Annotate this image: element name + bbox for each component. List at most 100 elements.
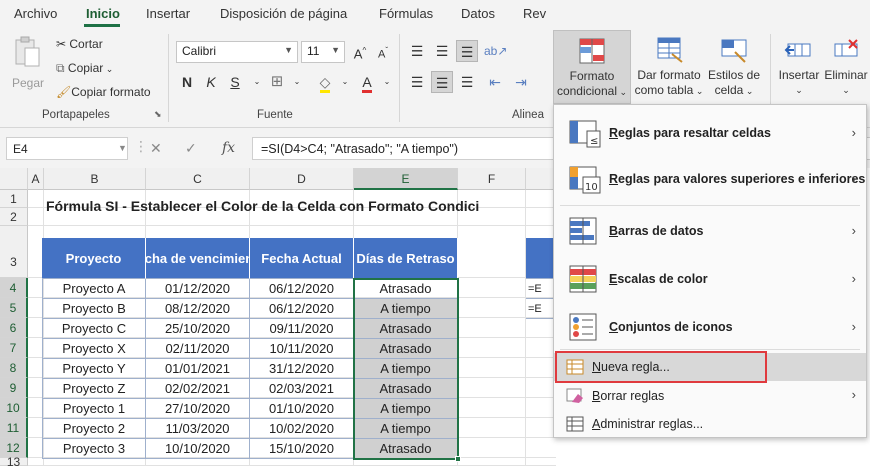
column-header-a[interactable]: A — [28, 168, 44, 190]
cell-fecha-actual[interactable]: 31/12/2020 — [250, 359, 354, 379]
cell-proyecto[interactable]: Proyecto C — [42, 319, 146, 339]
chevron-down-icon[interactable]: ⌄ — [376, 71, 398, 93]
column-header-g[interactable] — [526, 168, 556, 190]
column-header-d[interactable]: D — [250, 168, 354, 190]
cell-proyecto[interactable]: Proyecto Y — [42, 359, 146, 379]
header-dias-retraso[interactable]: Días de Retraso — [354, 238, 458, 279]
partial-cell-g4[interactable]: =E — [526, 279, 556, 299]
align-bottom-icon[interactable]: ☰ — [456, 40, 478, 62]
chevron-down-icon[interactable]: ▼ — [118, 143, 127, 153]
align-left-icon[interactable]: ☰ — [406, 71, 428, 93]
row-header-1[interactable]: 1 — [0, 190, 28, 208]
cut-button[interactable]: ✂ Cortar — [56, 37, 103, 51]
cell-fecha-actual[interactable]: 09/11/2020 — [250, 319, 354, 339]
tab-revisar[interactable]: Rev — [523, 6, 546, 21]
cell-fecha-actual[interactable]: 01/10/2020 — [250, 399, 354, 419]
header-proyecto[interactable]: Proyecto — [42, 238, 146, 279]
cell-fecha-actual[interactable]: 10/11/2020 — [250, 339, 354, 359]
column-header-c[interactable]: C — [146, 168, 250, 190]
cell-fecha-actual[interactable]: 06/12/2020 — [250, 299, 354, 319]
cell-proyecto[interactable]: Proyecto B — [42, 299, 146, 319]
select-all-corner[interactable] — [0, 168, 28, 190]
cell-fecha-vencimiento[interactable]: 27/10/2020 — [146, 399, 250, 419]
menu-icon-sets[interactable]: Conjuntos de iconos › — [554, 309, 866, 345]
header-fecha-vencimiento[interactable]: Fecha de vencimiento — [146, 238, 250, 279]
chevron-down-icon[interactable]: ⌄ — [246, 71, 268, 93]
row-header-9[interactable]: 9 — [0, 378, 28, 398]
cell-styles-button[interactable]: Estilos de celda ⌄ — [705, 30, 763, 104]
row-header-5[interactable]: 5 — [0, 298, 28, 318]
row-header-6[interactable]: 6 — [0, 318, 28, 338]
row-header-10[interactable]: 10 — [0, 398, 28, 418]
insert-function-icon[interactable]: fx — [222, 140, 235, 156]
tab-inicio[interactable]: Inicio — [86, 6, 120, 21]
fill-handle[interactable] — [455, 456, 461, 462]
increase-font-icon[interactable]: A^ — [349, 40, 371, 62]
cell-proyecto[interactable]: Proyecto 2 — [42, 419, 146, 439]
menu-top-bottom-rules[interactable]: 10 Reglas para valores superiores e infe… — [554, 163, 866, 199]
align-right-icon[interactable]: ☰ — [456, 71, 478, 93]
column-header-e[interactable]: E — [354, 168, 458, 190]
cell-fecha-vencimiento[interactable]: 25/10/2020 — [146, 319, 250, 339]
partial-header-cell[interactable] — [526, 238, 556, 279]
cell-proyecto[interactable]: Proyecto 1 — [42, 399, 146, 419]
menu-color-scales[interactable]: Escalas de color › — [554, 261, 866, 297]
format-painter-button[interactable]: 🖌Copiar formato — [56, 85, 151, 99]
menu-manage-rules[interactable]: Administrar reglas... — [554, 411, 866, 437]
cell-fecha-vencimiento[interactable]: 02/02/2021 — [146, 379, 250, 399]
font-color-icon[interactable]: A — [356, 71, 378, 93]
chevron-down-icon[interactable]: ⌄ — [286, 71, 308, 93]
tab-disposicion[interactable]: Disposición de página — [220, 6, 347, 21]
align-center-icon[interactable]: ☰ — [431, 71, 453, 93]
enter-icon[interactable]: ✓ — [185, 140, 197, 157]
row-header-2[interactable]: 2 — [0, 208, 28, 226]
conditional-format-button[interactable]: Formato condicional ⌄ — [553, 30, 631, 104]
menu-highlight-rules[interactable]: ≤ Reglas para resaltar celdas › — [554, 117, 866, 153]
cell-fecha-vencimiento[interactable]: 02/11/2020 — [146, 339, 250, 359]
cell-fecha-actual[interactable]: 06/12/2020 — [250, 279, 354, 299]
row-header-4[interactable]: 4 — [0, 278, 28, 298]
cancel-icon[interactable]: ✕ — [150, 140, 162, 157]
cell-fecha-actual[interactable]: 15/10/2020 — [250, 439, 354, 459]
cell-fecha-vencimiento[interactable]: 10/10/2020 — [146, 439, 250, 459]
cell-fecha-vencimiento[interactable]: 11/03/2020 — [146, 419, 250, 439]
header-fecha-actual[interactable]: Fecha Actual — [250, 238, 354, 279]
delete-button[interactable]: Eliminar ⌄ — [822, 30, 870, 104]
menu-data-bars[interactable]: Barras de datos › — [554, 213, 866, 249]
insert-button[interactable]: Insertar ⌄ — [776, 30, 822, 104]
row-header-13[interactable]: 13 — [0, 456, 28, 466]
outdent-icon[interactable]: ⇥ — [510, 71, 532, 93]
cell-fecha-actual[interactable]: 10/02/2020 — [250, 419, 354, 439]
chevron-down-icon[interactable]: ⌄ — [103, 64, 114, 74]
borders-icon[interactable]: ⊞ — [266, 71, 288, 93]
font-size-combo[interactable]: 11 ▼ — [301, 41, 345, 63]
paste-button[interactable]: Pegar — [8, 32, 48, 104]
format-as-table-button[interactable]: Dar formato como tabla ⌄ — [634, 30, 704, 104]
dialog-launcher-icon[interactable]: ⬊ — [154, 109, 162, 120]
row-header-3[interactable]: 3 — [0, 226, 28, 278]
cell-proyecto[interactable]: Proyecto 3 — [42, 439, 146, 459]
align-middle-icon[interactable]: ☰ — [431, 40, 453, 62]
name-box[interactable]: E4 — [6, 137, 128, 160]
fill-color-icon[interactable]: ◇ — [314, 71, 336, 93]
partial-cell-g5[interactable]: =E — [526, 299, 556, 319]
orientation-icon[interactable]: ab↗ — [484, 40, 507, 62]
tab-formulas[interactable]: Fórmulas — [379, 6, 433, 21]
row-header-11[interactable]: 11 — [0, 418, 28, 438]
bold-icon[interactable]: N — [176, 71, 198, 93]
copy-button[interactable]: ⧉ Copiar ⌄ — [56, 61, 113, 76]
cell-fecha-actual[interactable]: 02/03/2021 — [250, 379, 354, 399]
underline-icon[interactable]: S — [224, 71, 246, 93]
cell-fecha-vencimiento[interactable]: 01/01/2021 — [146, 359, 250, 379]
tab-archivo[interactable]: Archivo — [14, 6, 57, 21]
font-name-combo[interactable]: Calibri ▼ — [176, 41, 298, 63]
column-header-f[interactable]: F — [458, 168, 526, 190]
indent-icon[interactable]: ⇤ — [484, 71, 506, 93]
cell-fecha-vencimiento[interactable]: 08/12/2020 — [146, 299, 250, 319]
resize-handle-icon[interactable]: ⋮ — [134, 138, 148, 155]
cell-fecha-vencimiento[interactable]: 01/12/2020 — [146, 279, 250, 299]
cell-proyecto[interactable]: Proyecto X — [42, 339, 146, 359]
chevron-down-icon[interactable]: ⌄ — [334, 71, 356, 93]
row-header-8[interactable]: 8 — [0, 358, 28, 378]
cell-proyecto[interactable]: Proyecto A — [42, 279, 146, 299]
